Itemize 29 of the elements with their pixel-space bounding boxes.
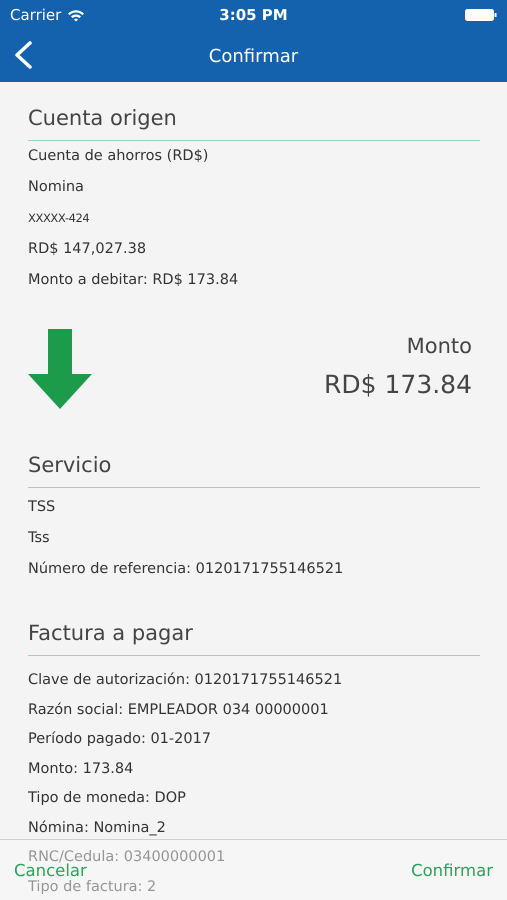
amount-value: RD$ 173.84	[324, 370, 472, 399]
section-title: Cuenta origen	[28, 105, 177, 131]
detail-text: Tss	[28, 530, 50, 546]
battery-icon	[465, 9, 497, 21]
account-number: XXXXX-424	[28, 211, 90, 225]
section-title: Factura a pagar	[28, 620, 193, 646]
detail-text: Tipo de moneda: DOP	[28, 790, 186, 806]
status-time: 3:05 PM	[219, 6, 288, 24]
confirm-button[interactable]: Confirmar	[411, 860, 493, 880]
section-title: Servicio	[28, 452, 112, 478]
detail-text: Nómina: Nomina_2	[28, 820, 166, 836]
detail-text: Tipo de factura: 2	[28, 878, 156, 894]
detail-text: Número de referencia: 0120171755146521	[28, 561, 344, 577]
back-button[interactable]	[12, 40, 34, 70]
down-arrow-icon	[28, 329, 92, 409]
carrier-label: Carrier	[10, 6, 62, 24]
amount-label: Monto	[406, 334, 472, 358]
detail-text: Monto: 173.84	[28, 760, 134, 776]
detail-text: Monto a debitar: RD$ 173.84	[28, 272, 238, 288]
wifi-icon	[67, 8, 86, 22]
detail-text: Cuenta de ahorros (RD$)	[28, 148, 208, 164]
detail-text: TSS	[28, 499, 56, 515]
detail-text: Clave de autorización: 0120171755146521	[28, 672, 342, 688]
detail-text: Razón social: EMPLEADOR 034 00000001	[28, 702, 329, 718]
screen-title: Confirmar	[208, 46, 298, 66]
detail-text: RD$ 147,027.38	[28, 241, 146, 257]
detail-text: RNC/Cedula: 03400000001	[28, 849, 226, 865]
detail-text: Nomina	[28, 179, 84, 195]
detail-text: Período pagado: 01-2017	[28, 731, 212, 747]
